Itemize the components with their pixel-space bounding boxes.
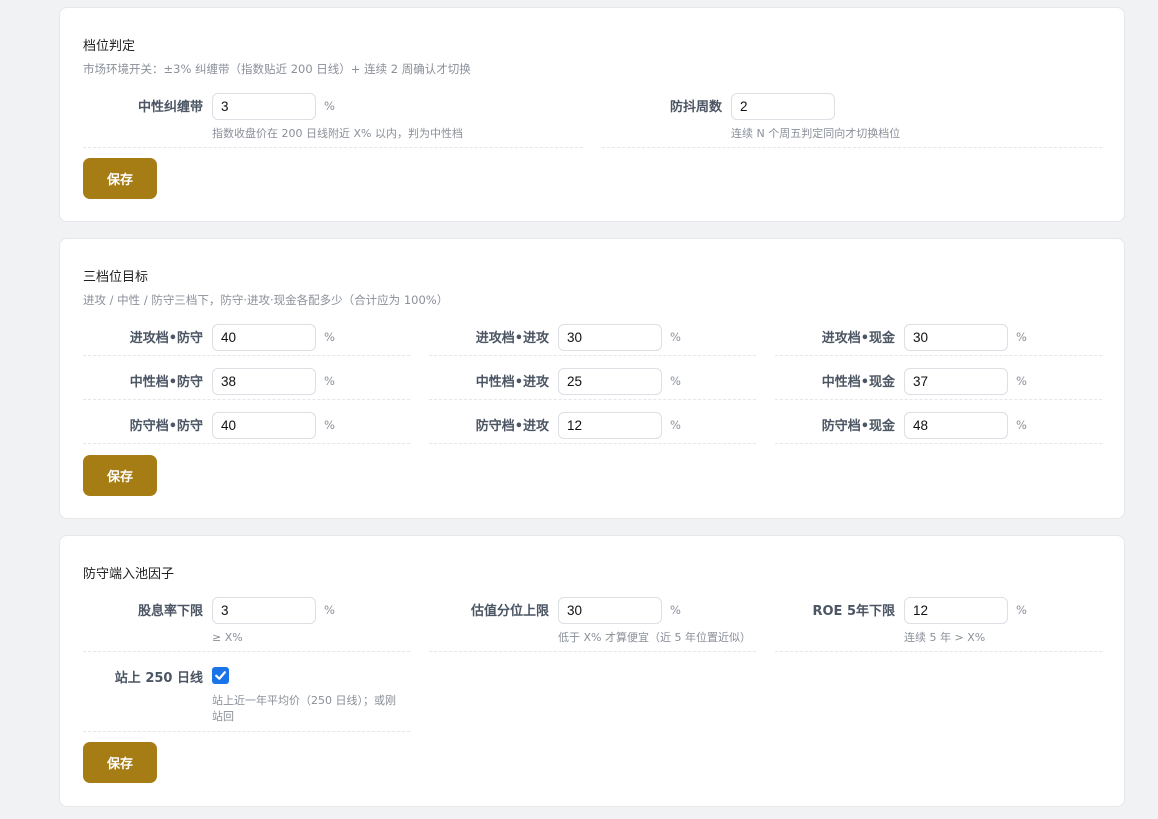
target-field: 进攻档•进攻 % [429,324,756,356]
roe-unit: % [1016,603,1027,617]
roe-input[interactable] [904,597,1008,624]
target-unit: % [1016,418,1027,432]
ma250-label: 站上 250 日线 [114,671,203,686]
target-unit: % [324,418,335,432]
weeks-hint: 连续 N 个周五判定同向才切换档位 [731,127,901,140]
ma250-field: 站上 250 日线 站上近一年平均价（250 日线）；或刚 站回 [83,664,410,732]
valuation-hint: 低于 X% 才算便宜（近 5 年位置近似） [558,631,751,644]
target-label: 进攻档•防守 [129,331,203,346]
target-label: 防守档•进攻 [475,419,549,434]
target-input[interactable] [212,412,316,439]
checkmark-icon [215,671,226,680]
save-button[interactable]: 保存 [83,455,157,496]
weeks-field: 防抖周数 连续 N 个周五判定同向才切换档位 [602,93,1102,148]
band-unit: % [324,99,335,113]
target-field: 防守档•现金 % [775,412,1102,444]
save-button[interactable]: 保存 [83,158,157,199]
target-unit: % [324,330,335,344]
target-input[interactable] [904,368,1008,395]
target-label: 中性档•防守 [129,375,203,390]
weeks-input[interactable] [731,93,835,120]
target-label: 中性档•进攻 [475,375,549,390]
target-input[interactable] [904,324,1008,351]
section-title: 档位判定 [83,39,136,54]
roe-field: ROE 5年下限 % 连续 5 年 > X% [775,597,1102,652]
valuation-label: 估值分位上限 [470,604,549,619]
target-field: 中性档•现金 % [775,368,1102,400]
target-label: 中性档•现金 [821,375,895,390]
section-title: 三档位目标 [83,270,149,285]
target-input[interactable] [212,324,316,351]
dividend-hint: ≥ X% [212,631,243,644]
valuation-unit: % [670,603,681,617]
target-unit: % [1016,374,1027,388]
section-title: 防守端入池因子 [83,567,175,582]
ma250-hint-line1: 站上近一年平均价（250 日线）；或刚 [212,694,396,707]
target-unit: % [670,418,681,432]
target-label: 防守档•防守 [129,419,203,434]
target-label: 防守档•现金 [821,419,895,434]
factors-card: 防守端入池因子 股息率下限 % ≥ X% 估值分位上限 % 低于 X% 才算便宜… [59,535,1125,807]
ma250-hint: 站上近一年平均价（250 日线）；或刚 站回 [212,693,396,725]
save-button[interactable]: 保存 [83,742,157,783]
target-field: 中性档•防守 % [83,368,410,400]
valuation-field: 估值分位上限 % 低于 X% 才算便宜（近 5 年位置近似） [429,597,756,652]
target-field: 进攻档•现金 % [775,324,1102,356]
target-unit: % [1016,330,1027,344]
target-unit: % [670,374,681,388]
band-input[interactable] [212,93,316,120]
tier-card: 档位判定 市场环境开关：±3% 纠缠带（指数贴近 200 日线）+ 连续 2 周… [59,7,1125,222]
target-input[interactable] [212,368,316,395]
ma250-hint-line2: 站回 [212,710,234,723]
target-input[interactable] [558,368,662,395]
target-unit: % [670,330,681,344]
target-input[interactable] [558,324,662,351]
roe-label: ROE 5年下限 [812,604,895,619]
roe-hint: 连续 5 年 > X% [904,631,986,644]
target-input[interactable] [558,412,662,439]
section-subtitle: 进攻 / 中性 / 防守三档下，防守·进攻·现金各配多少（合计应为 100%） [83,293,449,307]
band-label: 中性纠缠带 [137,100,203,115]
band-field: 中性纠缠带 % 指数收盘价在 200 日线附近 X% 以内，判为中性档 [83,93,583,148]
targets-card: 三档位目标 进攻 / 中性 / 防守三档下，防守·进攻·现金各配多少（合计应为 … [59,238,1125,519]
target-field: 防守档•防守 % [83,412,410,444]
ma250-checkbox[interactable] [212,667,229,684]
band-hint: 指数收盘价在 200 日线附近 X% 以内，判为中性档 [212,127,463,140]
target-field: 防守档•进攻 % [429,412,756,444]
valuation-input[interactable] [558,597,662,624]
dividend-input[interactable] [212,597,316,624]
dividend-field: 股息率下限 % ≥ X% [83,597,410,652]
dividend-unit: % [324,603,335,617]
target-label: 进攻档•进攻 [475,331,549,346]
target-input[interactable] [904,412,1008,439]
dividend-label: 股息率下限 [137,604,203,619]
section-subtitle: 市场环境开关：±3% 纠缠带（指数贴近 200 日线）+ 连续 2 周确认才切换 [83,62,471,76]
weeks-label: 防抖周数 [669,100,722,115]
target-label: 进攻档•现金 [821,331,895,346]
target-field: 进攻档•防守 % [83,324,410,356]
target-field: 中性档•进攻 % [429,368,756,400]
target-unit: % [324,374,335,388]
